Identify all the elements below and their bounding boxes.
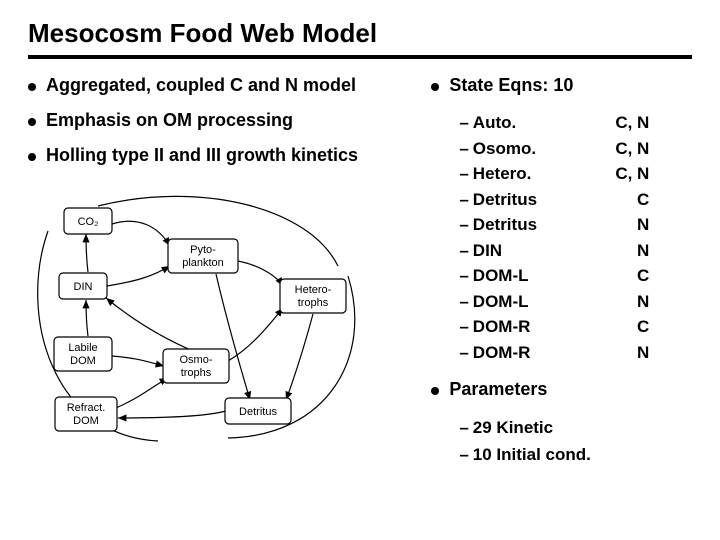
svg-text:plankton: plankton [182,257,224,269]
node-hetero: Hetero- trophs [280,279,346,313]
bullet-dot-icon [431,387,439,395]
left-column: Aggregated, coupled C and N model Emphas… [28,75,411,468]
eqn-row: –DOM-LN [459,289,649,315]
bullet-text: Aggregated, coupled C and N model [46,75,356,96]
node-pyto: Pyto- plankton [168,239,238,273]
parameters-heading: Parameters [431,379,692,400]
svg-text:DOM: DOM [70,355,96,367]
eqn-row: –Osomo.C, N [459,136,649,162]
svg-text:trophs: trophs [298,297,329,309]
state-eqns-list: –Auto.C, N –Osomo.C, N –Hetero.C, N –Det… [459,110,692,365]
foodweb-diagram: CO₂ Pyto- plankton DIN Hetero- trophs [28,186,368,446]
bullet-dot-icon [28,83,36,91]
state-eqns-heading: State Eqns: 10 [431,75,692,96]
svg-text:Osmo-: Osmo- [180,354,213,366]
heading-text: Parameters [449,379,547,400]
eqn-row: –DOM-LC [459,263,649,289]
heading-text: State Eqns: 10 [449,75,573,96]
eqn-row: –Auto.C, N [459,110,649,136]
bullet-item: Emphasis on OM processing [28,110,411,131]
svg-text:Labile: Labile [68,342,97,354]
svg-text:Hetero-: Hetero- [295,284,332,296]
bullet-text: Emphasis on OM processing [46,110,293,131]
svg-text:trophs: trophs [181,367,212,379]
bullet-text: Holling type II and III growth kinetics [46,145,358,166]
slide-title: Mesocosm Food Web Model [28,18,692,59]
node-labile: Labile DOM [54,337,112,371]
param-line: –10 Initial cond. [459,441,692,468]
svg-text:Detritus: Detritus [239,406,277,418]
param-line: –29 Kinetic [459,414,692,441]
eqn-row: –Hetero.C, N [459,161,649,187]
eqn-row: –DetritusC [459,187,649,213]
node-detritus: Detritus [225,398,291,424]
svg-text:CO₂: CO₂ [78,216,99,228]
node-din: DIN [59,273,107,299]
right-column: State Eqns: 10 –Auto.C, N –Osomo.C, N –H… [431,75,692,468]
bullet-dot-icon [431,83,439,91]
bullet-item: Aggregated, coupled C and N model [28,75,411,96]
eqn-row: –DOM-RN [459,340,649,366]
svg-text:DOM: DOM [73,415,99,427]
bullet-dot-icon [28,118,36,126]
svg-text:DIN: DIN [74,281,93,293]
svg-text:Refract.: Refract. [67,402,106,414]
eqn-row: –DOM-RC [459,314,649,340]
node-co2: CO₂ [64,208,112,234]
parameters-list: –29 Kinetic –10 Initial cond. [459,414,692,468]
svg-text:Pyto-: Pyto- [190,244,216,256]
eqn-row: –DINN [459,238,649,264]
eqn-row: –DetritusN [459,212,649,238]
bullet-item: Holling type II and III growth kinetics [28,145,411,166]
node-refract: Refract. DOM [55,397,117,431]
bullet-dot-icon [28,153,36,161]
node-osmo: Osmo- trophs [163,349,229,383]
